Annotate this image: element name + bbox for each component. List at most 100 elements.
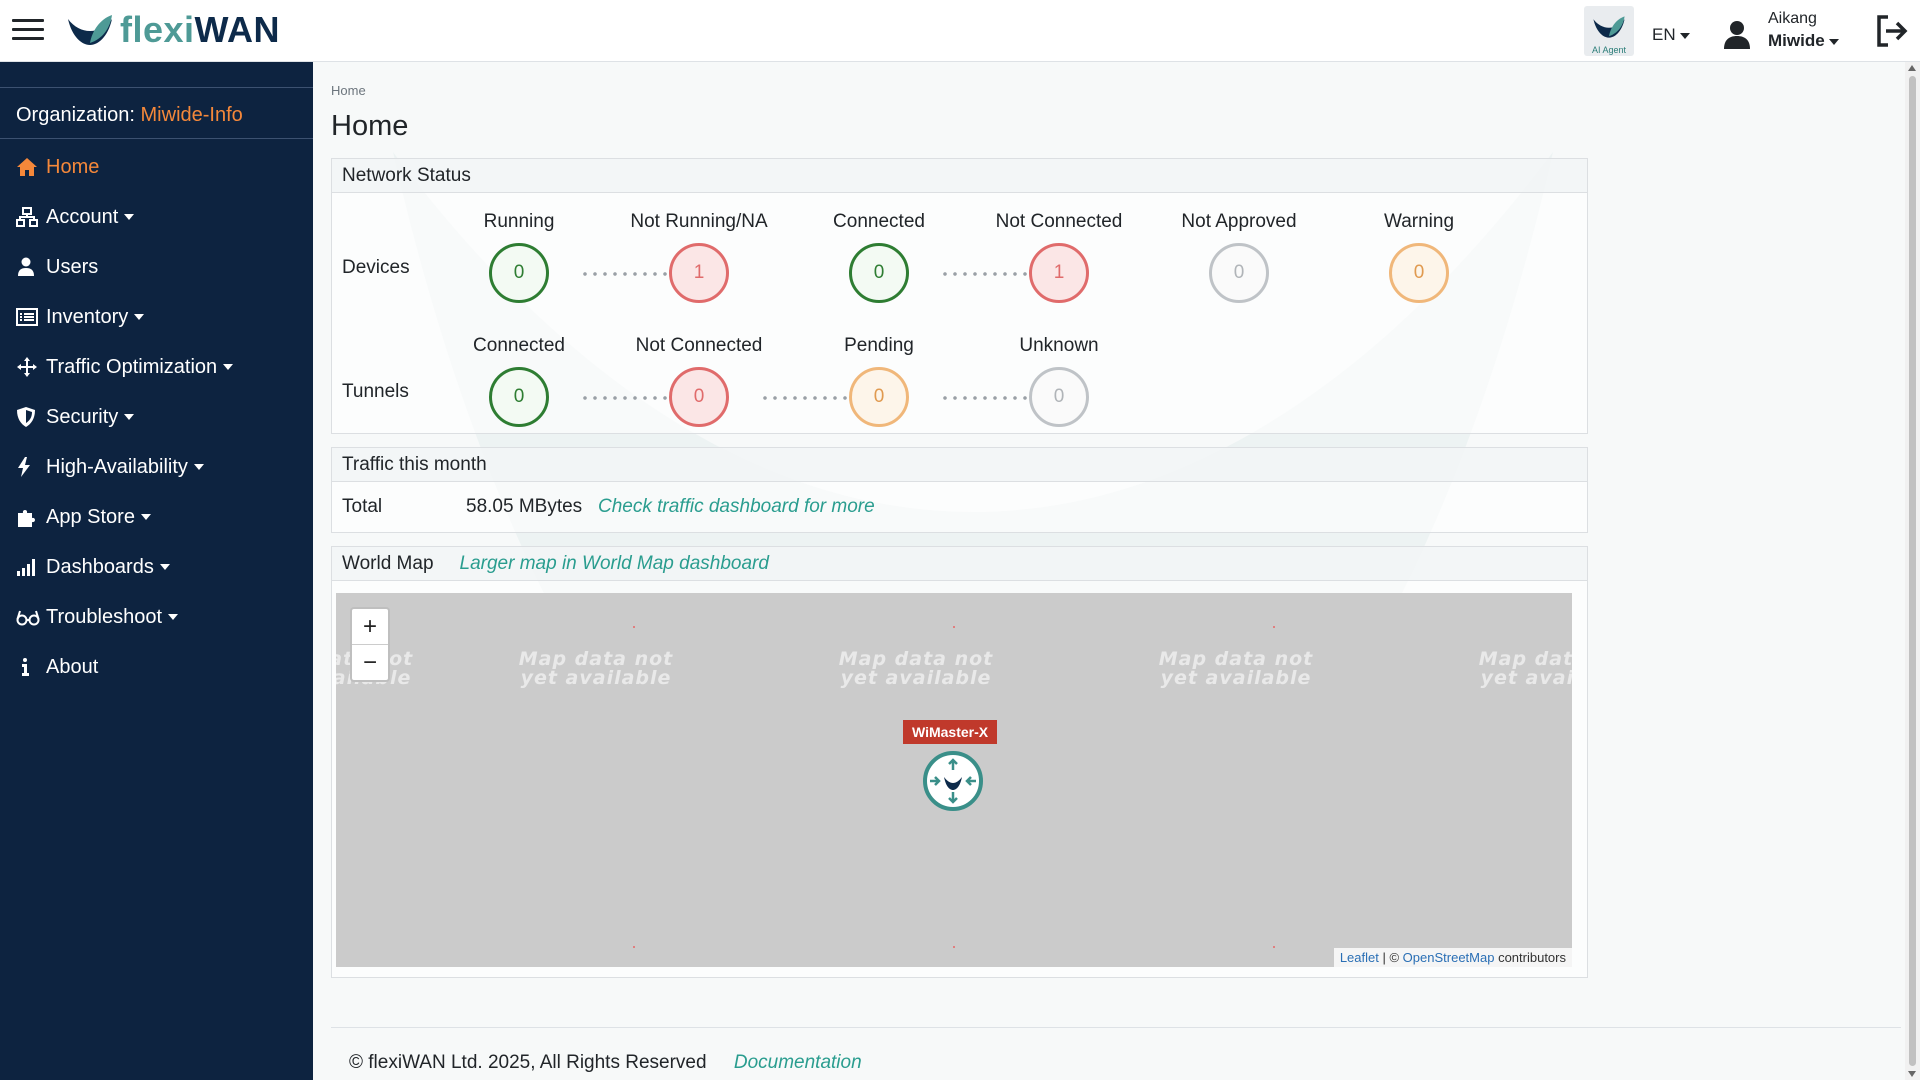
- user-name: Aikang: [1768, 10, 1817, 27]
- device-marker-label[interactable]: WiMaster-X: [903, 720, 998, 744]
- sidebar-item-label: Troubleshoot: [46, 605, 162, 628]
- map-tile-corner: [1273, 946, 1275, 948]
- sidebar-item-label: Dashboards: [46, 555, 154, 578]
- tunnel-status-label: Unknown: [1019, 335, 1099, 356]
- world-map-dashboard-link[interactable]: Larger map in World Map dashboard: [460, 553, 769, 575]
- breadcrumb: Home: [331, 83, 366, 98]
- network-status-card: Network Status Devices Running Not Runni…: [331, 158, 1588, 434]
- chevron-down-icon: [193, 464, 204, 470]
- tunnels-pending-count[interactable]: 0: [849, 367, 909, 427]
- sidebar-item-inventory[interactable]: Inventory: [0, 292, 313, 342]
- traffic-body: Total 58.05 MBytes Check traffic dashboa…: [332, 482, 1587, 532]
- flexiwan-logo[interactable]: flexiWAN: [66, 9, 280, 50]
- chevron-down-icon: [223, 364, 234, 370]
- user-icon: [16, 256, 42, 278]
- connector-dots: [940, 396, 1036, 400]
- map-tile-corner: [633, 626, 635, 628]
- top-navbar: flexiWAN AI Agent EN Aikang Miwide: [0, 0, 1920, 62]
- home-icon: [16, 156, 42, 178]
- sidebar-item-home[interactable]: Home: [0, 142, 313, 192]
- scroll-down-icon[interactable]: [1908, 1071, 1916, 1077]
- sidebar-item-label: About: [46, 655, 99, 678]
- bolt-icon: [16, 456, 42, 478]
- traffic-dashboard-link[interactable]: Check traffic dashboard for more: [598, 496, 875, 518]
- sidebar-nav: Home Account Users Inventory Traffic Opt…: [0, 142, 313, 692]
- device-status-label: Running: [483, 211, 555, 232]
- chevron-down-icon: [124, 414, 135, 420]
- chevron-down-icon: [134, 314, 145, 320]
- devices-not-connected-count[interactable]: 1: [1029, 243, 1089, 303]
- map-canvas[interactable]: Map data not yet available Map data not …: [336, 593, 1572, 967]
- logout-icon[interactable]: [1874, 14, 1908, 48]
- documentation-link[interactable]: Documentation: [734, 1052, 862, 1073]
- sidebar-item-security[interactable]: Security: [0, 392, 313, 442]
- zoom-out-button[interactable]: −: [352, 645, 388, 680]
- leaflet-link[interactable]: Leaflet: [1340, 950, 1379, 965]
- glasses-icon: [16, 606, 42, 628]
- vertical-scrollbar[interactable]: [1905, 62, 1920, 1080]
- user-org: Miwide: [1768, 30, 1839, 52]
- network-status-header: Network Status: [332, 159, 1587, 193]
- sidebar-item-app-store[interactable]: App Store: [0, 492, 313, 542]
- devices-running-count[interactable]: 0: [489, 243, 549, 303]
- sidebar-item-high-availability[interactable]: High-Availability: [0, 442, 313, 492]
- shield-icon: [16, 406, 42, 428]
- organization-selector[interactable]: Organization: Miwide-Info: [0, 87, 313, 139]
- devices-connected-count[interactable]: 0: [849, 243, 909, 303]
- tunnels-unknown-count[interactable]: 0: [1029, 367, 1089, 427]
- openstreetmap-link[interactable]: OpenStreetMap: [1403, 950, 1495, 965]
- language-label: EN: [1652, 25, 1676, 44]
- map-tile-placeholder: Map data not yet available: [1158, 648, 1314, 689]
- sidebar-item-about[interactable]: About: [0, 642, 313, 692]
- sidebar-item-label: App Store: [46, 505, 135, 528]
- sidebar-item-dashboards[interactable]: Dashboards: [0, 542, 313, 592]
- device-status-label: Warning: [1383, 211, 1455, 232]
- chevron-down-icon: [168, 614, 178, 620]
- traffic-total-label: Total: [342, 496, 383, 517]
- user-menu[interactable]: Aikang Miwide: [1768, 8, 1839, 52]
- zoom-in-button[interactable]: +: [352, 609, 388, 645]
- map-attribution: Leaflet | © OpenStreetMap contributors: [1333, 948, 1572, 967]
- devices-row-label: Devices: [342, 257, 410, 278]
- organization-label: Organization:: [16, 104, 141, 126]
- map-tile-placeholder: Map data not yet available: [838, 648, 994, 689]
- map-tile-corner: [953, 946, 955, 948]
- puzzle-icon: [16, 506, 42, 528]
- world-map-card: World Map Larger map in World Map dashbo…: [331, 546, 1588, 978]
- sidebar-item-traffic-optimization[interactable]: Traffic Optimization: [0, 342, 313, 392]
- devices-not-approved-count[interactable]: 0: [1209, 243, 1269, 303]
- tunnel-status-label: Connected: [473, 335, 565, 356]
- sidebar-item-troubleshoot[interactable]: Troubleshoot: [0, 592, 313, 642]
- sidebar-item-label: Account: [46, 205, 119, 228]
- device-status-label: Not Running/NA: [630, 211, 768, 232]
- connector-dots: [580, 396, 676, 400]
- attribution-separator: | ©: [1378, 950, 1403, 965]
- scroll-up-icon[interactable]: [1908, 65, 1916, 71]
- footer-divider: [331, 1027, 1901, 1028]
- sidebar-item-label: Traffic Optimization: [46, 355, 218, 378]
- chevron-down-icon: [1679, 32, 1690, 39]
- flexiwan-leaf-icon: [68, 15, 112, 45]
- sidebar-item-label: Home: [46, 155, 100, 178]
- scroll-thumb[interactable]: [1909, 76, 1916, 1066]
- sidebar-item-users[interactable]: Users: [0, 242, 313, 292]
- tunnel-status-label: Not Connected: [635, 335, 763, 356]
- organization-name: Miwide-Info: [140, 104, 243, 126]
- tunnels-connected-count[interactable]: 0: [489, 367, 549, 427]
- chevron-down-icon: [159, 564, 170, 570]
- tunnels-not-connected-count[interactable]: 0: [669, 367, 729, 427]
- ai-agent-button[interactable]: AI Agent: [1584, 6, 1634, 56]
- map-tile-placeholder: Map data not yet available: [1478, 648, 1572, 689]
- menu-toggle-icon[interactable]: [12, 19, 44, 43]
- page-title: Home: [331, 110, 409, 142]
- language-dropdown[interactable]: EN: [1652, 25, 1690, 45]
- sidebar-item-account[interactable]: Account: [0, 192, 313, 242]
- devices-warning-count[interactable]: 0: [1389, 243, 1449, 303]
- device-marker-icon[interactable]: [922, 750, 984, 812]
- device-status-label: Connected: [833, 211, 925, 232]
- devices-not-running-count[interactable]: 1: [669, 243, 729, 303]
- sidebar-item-label: Inventory: [46, 305, 129, 328]
- connector-dots: [760, 396, 856, 400]
- traffic-total-value: 58.05 MBytes: [466, 496, 583, 517]
- map-tile-corner: [953, 626, 955, 628]
